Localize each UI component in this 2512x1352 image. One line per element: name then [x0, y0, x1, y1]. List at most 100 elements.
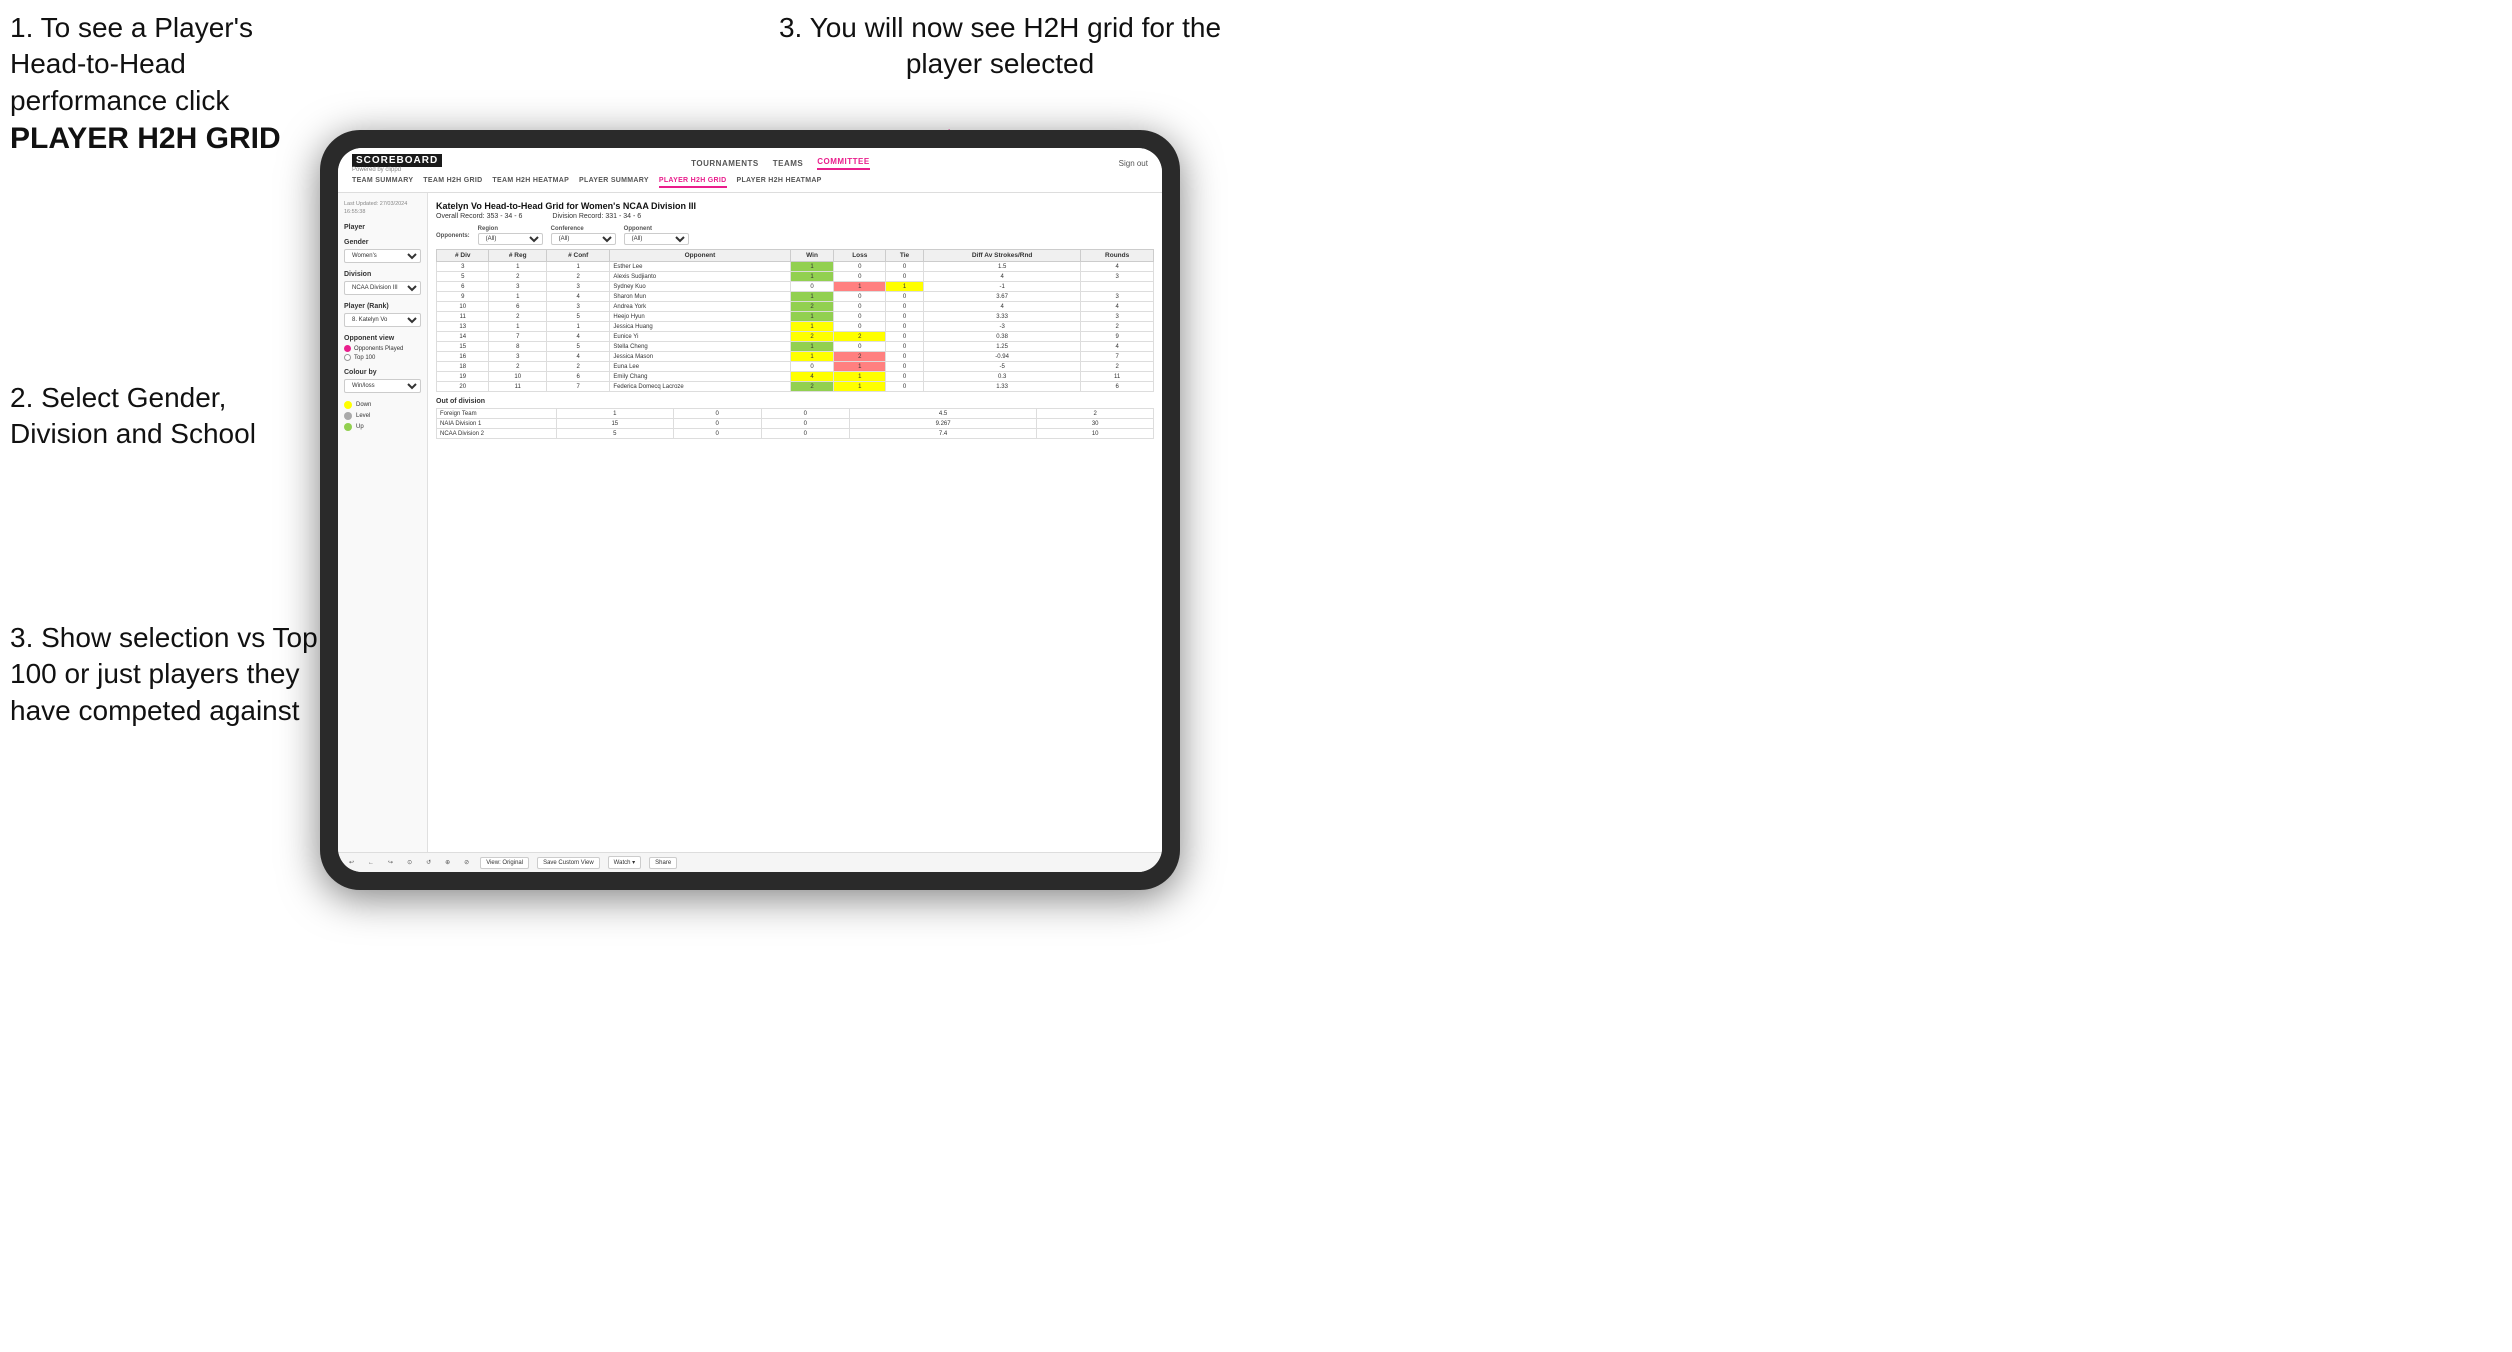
col-div: # Div — [437, 250, 489, 262]
logo-text: SCOREBOARD — [352, 154, 442, 167]
ood-table-row: NCAA Division 2 5 0 0 7.4 10 — [437, 429, 1154, 439]
sub-nav-team-summary[interactable]: TEAM SUMMARY — [352, 177, 413, 188]
instruction-text-1: 1. To see a Player's Head-to-Head perfor… — [10, 12, 253, 116]
target-btn[interactable]: ⊙ — [404, 858, 415, 867]
colour-legend: Colour by Win/loss Down Level — [344, 369, 421, 431]
sidebar-player-section: Player — [344, 224, 421, 231]
sidebar: Last Updated: 27/03/2024 16:55:38 Player… — [338, 193, 428, 852]
tablet-screen: SCOREBOARD Powered by clippd TOURNAMENTS… — [338, 148, 1162, 872]
region-label: Region — [478, 226, 543, 232]
instruction-mid-left: 2. Select Gender, Division and School — [10, 380, 320, 453]
filter-opponents-label: Opponents: — [436, 233, 470, 239]
last-updated: Last Updated: 27/03/2024 16:55:38 — [344, 201, 421, 216]
tablet: SCOREBOARD Powered by clippd TOURNAMENTS… — [320, 130, 1180, 890]
out-of-division-label: Out of division — [436, 398, 1154, 405]
overall-record: Overall Record: 353 - 34 - 6 — [436, 213, 522, 220]
opponent-label: Opponent — [624, 226, 689, 232]
out-of-division-table: Foreign Team 1 0 0 4.5 2 NAIA Division 1… — [436, 408, 1154, 439]
sub-nav-player-summary[interactable]: PLAYER SUMMARY — [579, 177, 649, 188]
colour-by-section: Colour by Win/loss — [344, 369, 421, 393]
division-select[interactable]: NCAA Division III — [344, 281, 421, 295]
refresh-btn[interactable]: ↺ — [423, 858, 434, 867]
table-row: 19 10 6 Emily Chang 4 1 0 0.3 11 — [437, 372, 1154, 382]
down-label: Down — [356, 402, 371, 408]
instruction-text-4: 3. Show selection vs Top 100 or just pla… — [10, 622, 318, 726]
table-row: 5 2 2 Alexis Sudjianto 1 0 0 4 3 — [437, 272, 1154, 282]
col-conf: # Conf — [547, 250, 610, 262]
view-original-btn[interactable]: View: Original — [480, 857, 529, 869]
instruction-text-2: 3. You will now see H2H grid for the pla… — [779, 12, 1221, 79]
nav-committee[interactable]: COMMITTEE — [817, 157, 870, 170]
table-row: 16 3 4 Jessica Mason 1 2 0 -0.94 7 — [437, 352, 1154, 362]
col-win: Win — [790, 250, 834, 262]
colour-circle-up — [344, 423, 352, 431]
instruction-text-3: 2. Select Gender, Division and School — [10, 382, 256, 449]
save-custom-btn[interactable]: Save Custom View — [537, 857, 600, 869]
share-btn[interactable]: Share — [649, 857, 677, 869]
sub-nav-player-h2h-heatmap[interactable]: PLAYER H2H HEATMAP — [737, 177, 822, 188]
opponents-label: Opponents: — [436, 233, 470, 239]
table-row: 11 2 5 Heejo Hyun 1 0 0 3.33 3 — [437, 312, 1154, 322]
sidebar-player-rank-section: Player (Rank) 8. Katelyn Vo — [344, 303, 421, 327]
player-rank-select[interactable]: 8. Katelyn Vo — [344, 313, 421, 327]
top-100-label: Top 100 — [354, 355, 375, 361]
table-row: 13 1 1 Jessica Huang 1 0 0 -3 2 — [437, 322, 1154, 332]
sidebar-division-section: Division NCAA Division III — [344, 271, 421, 295]
table-row: 14 7 4 Eunice Yi 2 2 0 0.38 9 — [437, 332, 1154, 342]
opponent-filter[interactable]: (All) — [624, 233, 689, 245]
redo-btn[interactable]: ↪ — [385, 858, 396, 867]
top-100-radio[interactable]: Top 100 — [344, 354, 421, 361]
division-record: Division Record: 331 - 34 - 6 — [552, 213, 641, 220]
gender-label: Gender — [344, 239, 421, 246]
instruction-bold: PLAYER H2H GRID — [10, 122, 281, 155]
col-loss: Loss — [834, 250, 886, 262]
ood-table-row: Foreign Team 1 0 0 4.5 2 — [437, 409, 1154, 419]
sub-nav-player-h2h-grid[interactable]: PLAYER H2H GRID — [659, 177, 727, 188]
nav-tournaments[interactable]: TOURNAMENTS — [691, 159, 759, 168]
undo-btn[interactable]: ↩ — [346, 858, 357, 867]
radio-dot-played — [344, 345, 351, 352]
table-row: 3 1 1 Esther Lee 1 0 0 1.5 4 — [437, 262, 1154, 272]
nav-bar: SCOREBOARD Powered by clippd TOURNAMENTS… — [338, 148, 1162, 193]
main-content: Last Updated: 27/03/2024 16:55:38 Player… — [338, 193, 1162, 852]
player-label: Player — [344, 224, 421, 231]
ood-table-row: NAIA Division 1 15 0 0 9.267 30 — [437, 419, 1154, 429]
bottom-toolbar: ↩ ← ↪ ⊙ ↺ ⊕ ⊘ View: Original Save Custom… — [338, 852, 1162, 872]
back-btn[interactable]: ← — [365, 859, 377, 867]
col-rounds: Rounds — [1081, 250, 1154, 262]
remove-btn[interactable]: ⊘ — [461, 858, 472, 867]
player-rank-label: Player (Rank) — [344, 303, 421, 310]
filter-opponent-group: Opponent (All) — [624, 226, 689, 245]
col-reg: # Reg — [489, 250, 547, 262]
sub-nav-team-h2h-heatmap[interactable]: TEAM H2H HEATMAP — [492, 177, 569, 188]
watch-btn[interactable]: Watch ▾ — [608, 856, 641, 869]
table-row: 20 11 7 Federica Domecq Lacroze 2 1 0 1.… — [437, 382, 1154, 392]
sub-nav: TEAM SUMMARY TEAM H2H GRID TEAM H2H HEAT… — [352, 177, 1148, 192]
grid-records: Overall Record: 353 - 34 - 6 Division Re… — [436, 213, 1154, 220]
colour-level: Level — [344, 412, 421, 420]
filter-region-group: Region (All) — [478, 226, 543, 245]
col-opponent: Opponent — [610, 250, 790, 262]
grid-content: Katelyn Vo Head-to-Head Grid for Women's… — [428, 193, 1162, 852]
add-btn[interactable]: ⊕ — [442, 858, 453, 867]
grid-title: Katelyn Vo Head-to-Head Grid for Women's… — [436, 201, 1154, 211]
conference-label: Conference — [551, 226, 616, 232]
sign-out[interactable]: Sign out — [1119, 159, 1148, 168]
colour-down: Down — [344, 401, 421, 409]
filter-conference-group: Conference (All) — [551, 226, 616, 245]
region-filter[interactable]: (All) — [478, 233, 543, 245]
col-tie: Tie — [886, 250, 924, 262]
instruction-top-left: 1. To see a Player's Head-to-Head perfor… — [10, 10, 320, 158]
logo-sub: Powered by clippd — [352, 167, 442, 173]
gender-select[interactable]: Women's — [344, 249, 421, 263]
conference-filter[interactable]: (All) — [551, 233, 616, 245]
colour-by-select[interactable]: Win/loss — [344, 379, 421, 393]
radio-dot-top100 — [344, 354, 351, 361]
instruction-bottom-left: 3. Show selection vs Top 100 or just pla… — [10, 620, 330, 729]
instruction-top-right: 3. You will now see H2H grid for the pla… — [760, 10, 1240, 83]
nav-teams[interactable]: TEAMS — [773, 159, 804, 168]
opponents-played-label: Opponents Played — [354, 346, 403, 352]
opponents-played-radio[interactable]: Opponents Played — [344, 345, 421, 352]
colour-up: Up — [344, 423, 421, 431]
sub-nav-team-h2h-grid[interactable]: TEAM H2H GRID — [423, 177, 482, 188]
